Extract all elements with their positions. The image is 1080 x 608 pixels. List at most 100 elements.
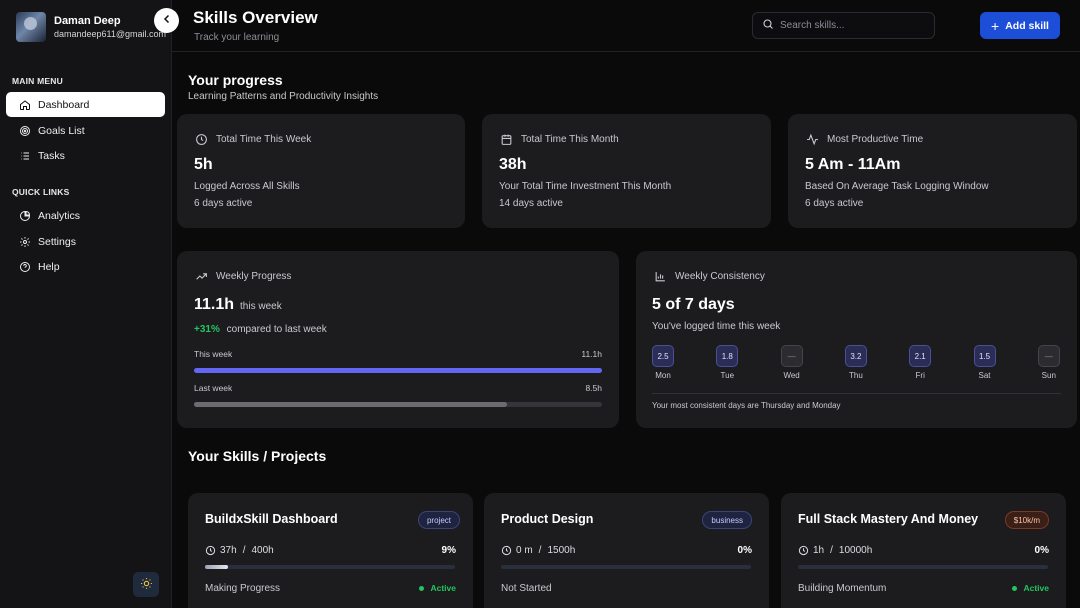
day-item: 3.2 Thu: [844, 345, 867, 380]
active-label: Active: [430, 583, 456, 593]
skills-title: Your Skills / Projects: [188, 448, 327, 464]
day-item: — Wed: [780, 345, 803, 380]
skill-time-spent: 37h: [220, 545, 237, 556]
day-name: Mon: [655, 371, 671, 380]
progress-subtitle: Learning Patterns and Productivity Insig…: [188, 91, 379, 102]
weekly-change-text: compared to last week: [226, 324, 327, 335]
search-box[interactable]: [752, 12, 935, 39]
add-skill-label: Add skill: [1005, 19, 1049, 32]
sidebar-item-dashboard[interactable]: Dashboard: [6, 92, 165, 117]
main-menu-heading: MAIN MENU: [12, 76, 63, 86]
clock-icon: [194, 132, 208, 146]
day-name: Sun: [1041, 371, 1056, 380]
stat-label: Most Productive Time: [827, 133, 924, 145]
user-name: Daman Deep: [54, 15, 121, 27]
skill-time-target: 1500h: [547, 545, 576, 556]
skill-title: BuildxSkill Dashboard: [205, 512, 338, 526]
collapse-sidebar-button[interactable]: [154, 8, 179, 33]
day-value-chip: 2.5: [652, 345, 674, 367]
sidebar-item-analytics[interactable]: Analytics: [6, 203, 165, 228]
sidebar-item-label: Goals List: [38, 124, 85, 137]
page-title: Skills Overview: [193, 8, 318, 27]
sidebar-item-help[interactable]: Help: [6, 254, 165, 279]
status-dot-icon: [1012, 585, 1018, 591]
avatar: [16, 12, 46, 42]
sidebar-item-label: Settings: [38, 235, 76, 248]
sidebar: Daman Deep damandeep611@gmail.com MAIN M…: [0, 0, 172, 608]
stat-value: 38h: [499, 156, 527, 173]
skill-tag: $10k/m: [1004, 511, 1049, 529]
home-icon: [18, 98, 32, 112]
this-week-bar-fill: [194, 368, 602, 373]
sidebar-item-label: Analytics: [38, 209, 81, 222]
last-week-bar: [194, 402, 602, 407]
active-badge: Active: [419, 583, 456, 593]
search-input[interactable]: [780, 20, 920, 31]
trending-up-icon: [194, 269, 208, 283]
day-name: Fri: [915, 371, 925, 380]
stat-card-month: Total Time This Month 38h Your Total Tim…: [482, 114, 771, 228]
sidebar-item-label: Help: [38, 260, 60, 273]
sidebar-item-tasks[interactable]: Tasks: [6, 143, 165, 168]
sidebar-item-goals-list[interactable]: Goals List: [6, 118, 165, 143]
gear-icon: [18, 235, 32, 249]
clock-icon: [501, 545, 512, 556]
skill-title: Product Design: [501, 512, 594, 526]
weekly-progress-label: Weekly Progress: [216, 270, 292, 282]
status-dot-icon: [419, 585, 425, 591]
stat-description: Your Total Time Investment This Month: [499, 181, 672, 192]
day-item: 1.8 Tue: [716, 345, 739, 380]
stat-label: Total Time This Week: [216, 133, 312, 145]
weekly-progress-value: 11.1h: [194, 296, 235, 313]
progress-title: Your progress: [188, 72, 283, 88]
day-value-chip: —: [1037, 345, 1060, 367]
sun-icon: [140, 577, 153, 593]
stat-label: Total Time This Month: [521, 133, 619, 145]
divider: [652, 393, 1061, 394]
consistency-label: Weekly Consistency: [675, 270, 765, 282]
activity-icon: [805, 132, 819, 146]
consistency-subtitle: You've logged time this week: [652, 321, 781, 332]
stat-value: 5h: [194, 156, 213, 173]
target-icon: [18, 124, 32, 138]
sidebar-item-label: Tasks: [38, 149, 65, 162]
skill-progress-bar: [501, 565, 751, 569]
skill-status: Building Momentum: [798, 583, 887, 594]
stat-card-productive-time: Most Productive Time 5 Am - 11Am Based O…: [788, 114, 1077, 228]
skill-time-spent: 0 m: [516, 545, 533, 556]
pie-chart-icon: [18, 209, 32, 223]
skill-progress-bar: [798, 565, 1048, 569]
user-email: damandeep611@gmail.com: [54, 29, 167, 39]
skill-progress-bar: [205, 565, 455, 569]
day-item: 2.5 Mon: [652, 345, 674, 380]
skill-time-target: 400h: [251, 545, 274, 556]
weekly-progress-card: Weekly Progress 11.1h this week +31% com…: [177, 251, 619, 428]
user-profile[interactable]: Daman Deep damandeep611@gmail.com: [16, 12, 166, 42]
weekly-consistency-card: Weekly Consistency 5 of 7 days You've lo…: [636, 251, 1077, 428]
skill-card[interactable]: BuildxSkill Dashboard project 37h / 400h…: [188, 493, 473, 608]
skill-percent: 9%: [441, 545, 456, 556]
skill-card[interactable]: Full Stack Mastery And Money $10k/m 1h /…: [781, 493, 1066, 608]
stat-meta: 14 days active: [499, 198, 563, 209]
top-bar: Skills Overview Track your learning + Ad…: [172, 0, 1080, 52]
stat-value: 5 Am - 11Am: [805, 156, 901, 173]
day-item: 2.1 Fri: [909, 345, 932, 380]
page-subtitle: Track your learning: [194, 32, 280, 43]
skill-card[interactable]: Product Design business 0 m / 1500h 0% N…: [484, 493, 769, 608]
stat-meta: 6 days active: [805, 198, 864, 209]
skill-status: Not Started: [501, 583, 552, 594]
stat-meta: 6 days active: [194, 198, 253, 209]
this-week-value: 11.1h: [581, 349, 602, 359]
sidebar-item-settings[interactable]: Settings: [6, 229, 165, 254]
day-value-chip: 2.1: [909, 345, 932, 367]
skill-title: Full Stack Mastery And Money: [798, 512, 979, 526]
quick-links-heading: QUICK LINKS: [12, 187, 70, 197]
clock-icon: [798, 545, 809, 556]
day-value-chip: 1.8: [716, 345, 739, 367]
theme-toggle-button[interactable]: [133, 572, 159, 597]
day-name: Tue: [720, 371, 735, 380]
add-skill-button[interactable]: + Add skill: [980, 12, 1060, 39]
skill-tag: project: [417, 511, 460, 529]
chevron-left-icon: [161, 12, 173, 30]
active-badge: Active: [1012, 583, 1049, 593]
